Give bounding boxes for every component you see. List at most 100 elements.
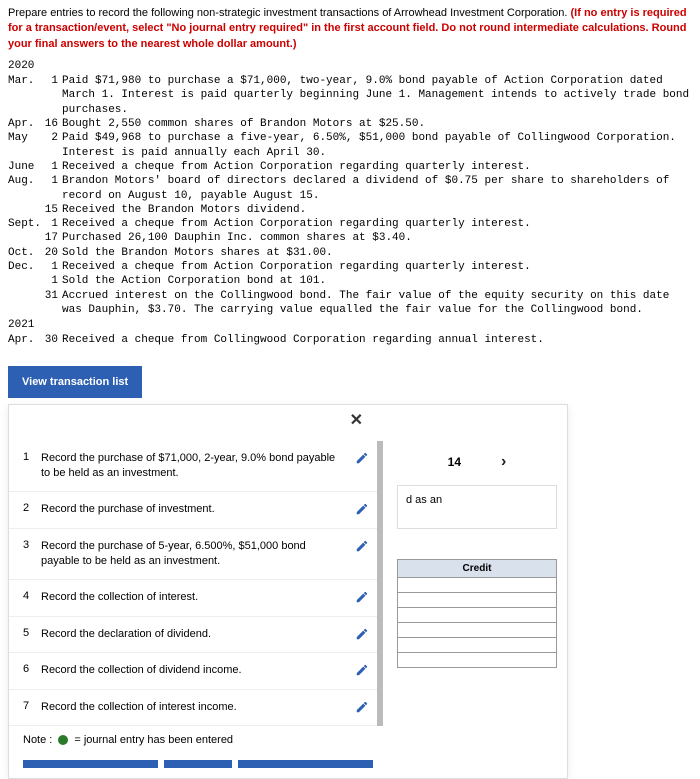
trans-desc: Received a cheque from Collingwood Corpo…	[62, 333, 692, 347]
list-scroll[interactable]: 1Record the purchase of $71,000, 2-year,…	[9, 441, 383, 727]
note-label: Note :	[23, 734, 52, 746]
trans-desc: Paid $71,980 to purchase a $71,000, two-…	[62, 74, 692, 117]
popup-body: 1Record the purchase of $71,000, 2-year,…	[9, 435, 567, 779]
trans-desc: Sold the Action Corporation bond at 101.	[62, 274, 692, 288]
list-item[interactable]: 4Record the collection of interest.	[9, 580, 377, 616]
view-transaction-list-button[interactable]: View transaction list	[8, 366, 142, 398]
snippet-box: d as an	[397, 485, 557, 529]
list-item-number: 1	[23, 451, 41, 463]
trans-day: 15	[44, 203, 62, 217]
list-item[interactable]: 3Record the purchase of 5-year, 6.500%, …	[9, 529, 377, 581]
trans-desc: Accrued interest on the Collingwood bond…	[62, 289, 692, 318]
trans-month	[8, 203, 44, 217]
list-item[interactable]: 2Record the purchase of investment.	[9, 492, 377, 528]
pencil-icon[interactable]	[355, 627, 369, 641]
list-item-number: 5	[23, 627, 41, 639]
trans-day: 16	[44, 117, 62, 131]
transaction-row: 1Sold the Action Corporation bond at 101…	[8, 274, 692, 288]
list-item-text: Record the collection of dividend income…	[41, 663, 355, 678]
trans-day: 1	[44, 74, 62, 117]
trans-day: 17	[44, 231, 62, 245]
progress-bar	[23, 760, 158, 768]
credit-cell[interactable]	[398, 592, 557, 607]
progress-bar	[238, 760, 373, 768]
chevron-right-icon[interactable]: ›	[501, 453, 506, 471]
progress-bar	[164, 760, 232, 768]
pencil-icon[interactable]	[355, 700, 369, 714]
close-row: ✕	[9, 405, 567, 435]
close-icon[interactable]: ✕	[350, 410, 363, 430]
list-item-number: 6	[23, 663, 41, 675]
pencil-icon[interactable]	[355, 539, 369, 553]
list-item[interactable]: 7Record the collection of interest incom…	[9, 690, 377, 726]
trans-month	[8, 231, 44, 245]
trans-day: 1	[44, 274, 62, 288]
trans-month: Aug.	[8, 174, 44, 203]
trans-desc: Purchased 26,100 Dauphin Inc. common sha…	[62, 231, 692, 245]
transaction-row: Dec.1Received a cheque from Action Corpo…	[8, 260, 692, 274]
transactions-2021: Apr.30Received a cheque from Collingwood…	[0, 333, 700, 347]
trans-desc: Sold the Brandon Motors shares at $31.00…	[62, 246, 692, 260]
footer-bars	[9, 754, 387, 778]
credit-cell[interactable]	[398, 607, 557, 622]
note-text: = journal entry has been entered	[74, 734, 233, 746]
trans-desc: Brandon Motors' board of directors decla…	[62, 174, 692, 203]
right-side: 14 › d as an Credit	[387, 435, 567, 779]
credit-cell[interactable]	[398, 622, 557, 637]
list-item[interactable]: 6Record the collection of dividend incom…	[9, 653, 377, 689]
trans-month	[8, 274, 44, 288]
list-item[interactable]: 1Record the purchase of $71,000, 2-year,…	[9, 441, 377, 493]
problem-header: Prepare entries to record the following …	[0, 0, 700, 58]
year-2020: 2020	[0, 58, 700, 74]
trans-desc: Received a cheque from Action Corporatio…	[62, 260, 692, 274]
trans-month: Dec.	[8, 260, 44, 274]
header-intro: Prepare entries to record the following …	[8, 7, 571, 19]
list-item-number: 3	[23, 539, 41, 551]
trans-day: 30	[44, 333, 62, 347]
credit-cell[interactable]	[398, 652, 557, 667]
trans-day: 31	[44, 289, 62, 318]
list-item[interactable]: 5Record the declaration of dividend.	[9, 617, 377, 653]
panel-area: ✕ 1Record the purchase of $71,000, 2-yea…	[0, 404, 700, 779]
trans-day: 20	[44, 246, 62, 260]
trans-month: Mar.	[8, 74, 44, 117]
trans-desc: Received a cheque from Action Corporatio…	[62, 160, 692, 174]
transaction-popup: ✕ 1Record the purchase of $71,000, 2-yea…	[8, 404, 568, 779]
trans-month: Apr.	[8, 117, 44, 131]
transaction-row: May2Paid $49,968 to purchase a five-year…	[8, 131, 692, 160]
note-row: Note : = journal entry has been entered	[9, 726, 387, 754]
trans-month: Oct.	[8, 246, 44, 260]
transaction-row: Aug.1Brandon Motors' board of directors …	[8, 174, 692, 203]
list-side: 1Record the purchase of $71,000, 2-year,…	[9, 435, 387, 779]
list-item-number: 2	[23, 502, 41, 514]
trans-month	[8, 289, 44, 318]
transaction-row: Apr.16Bought 2,550 common shares of Bran…	[8, 117, 692, 131]
transaction-row: Sept.1Received a cheque from Action Corp…	[8, 217, 692, 231]
trans-day: 1	[44, 217, 62, 231]
transaction-row: June1Received a cheque from Action Corpo…	[8, 160, 692, 174]
pencil-icon[interactable]	[355, 451, 369, 465]
transaction-row: Mar.1Paid $71,980 to purchase a $71,000,…	[8, 74, 692, 117]
transaction-row: 31Accrued interest on the Collingwood bo…	[8, 289, 692, 318]
list-item-text: Record the purchase of 5-year, 6.500%, $…	[41, 539, 355, 570]
pencil-icon[interactable]	[355, 502, 369, 516]
trans-month: May	[8, 131, 44, 160]
transaction-row: 15Received the Brandon Motors dividend.	[8, 203, 692, 217]
transaction-row: Oct.20Sold the Brandon Motors shares at …	[8, 246, 692, 260]
credit-cell[interactable]	[398, 637, 557, 652]
trans-month: June	[8, 160, 44, 174]
list-item-text: Record the declaration of dividend.	[41, 627, 355, 642]
trans-day: 1	[44, 160, 62, 174]
trans-desc: Received the Brandon Motors dividend.	[62, 203, 692, 217]
year-2021: 2021	[0, 317, 700, 333]
credit-header: Credit	[398, 559, 557, 577]
trans-month: Sept.	[8, 217, 44, 231]
trans-day: 2	[44, 131, 62, 160]
pencil-icon[interactable]	[355, 663, 369, 677]
pencil-icon[interactable]	[355, 590, 369, 604]
list-item-number: 7	[23, 700, 41, 712]
list-item-text: Record the collection of interest income…	[41, 700, 355, 715]
credit-cell[interactable]	[398, 577, 557, 592]
transaction-row: Apr.30Received a cheque from Collingwood…	[8, 333, 692, 347]
trans-day: 1	[44, 174, 62, 203]
